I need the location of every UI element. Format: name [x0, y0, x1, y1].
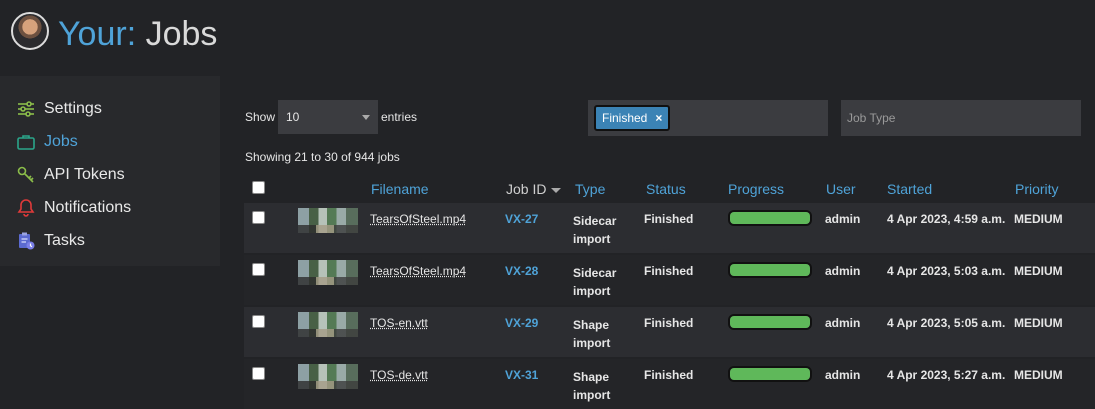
table-row[interactable]: TOS-en.vtt VX-29 Shape import Finished a… — [244, 307, 1095, 357]
job-status: Finished — [644, 316, 694, 330]
page-size-value: 10 — [286, 110, 300, 124]
filename-link[interactable]: TearsOfSteel.mp4 — [370, 212, 466, 226]
thumbnail — [298, 312, 358, 337]
page-header: Your: Jobs — [0, 0, 1095, 68]
job-started: 4 Apr 2023, 5:05 a.m. — [887, 316, 1006, 330]
sidebar-item-api-tokens[interactable]: API Tokens — [16, 162, 125, 188]
table-row[interactable]: TearsOfSteel.mp4 VX-27 Sidecar import Fi… — [244, 203, 1095, 253]
job-id-link[interactable]: VX-31 — [505, 368, 538, 382]
job-priority: MEDIUM — [1014, 264, 1063, 278]
page-title-your: Your — [58, 15, 127, 53]
column-header-user[interactable]: User — [826, 181, 856, 197]
column-header-priority[interactable]: Priority — [1015, 181, 1059, 197]
status-filter[interactable]: Finished × — [588, 100, 828, 136]
key-icon — [17, 166, 34, 183]
job-priority: MEDIUM — [1014, 212, 1063, 226]
close-icon[interactable]: × — [655, 111, 662, 125]
job-user: admin — [825, 368, 861, 382]
page-title-jobs: Jobs — [136, 15, 218, 53]
column-header-status[interactable]: Status — [646, 181, 686, 197]
job-status: Finished — [644, 368, 694, 382]
job-user: admin — [825, 316, 861, 330]
page-title-colon: : — [126, 15, 137, 53]
job-started: 4 Apr 2023, 5:27 a.m. — [887, 368, 1006, 382]
page-title: Your: Jobs — [58, 12, 217, 56]
entries-label: entries — [381, 110, 418, 124]
page-size-select[interactable]: 10 — [278, 100, 378, 134]
sort-desc-icon — [551, 187, 562, 193]
column-header-filename[interactable]: Filename — [371, 181, 429, 197]
table-info: Showing 21 to 30 of 944 jobs — [245, 150, 400, 164]
row-checkbox[interactable] — [252, 211, 265, 224]
job-priority: MEDIUM — [1014, 316, 1063, 330]
sidebar-item-notifications[interactable]: Notifications — [16, 195, 131, 221]
job-type: Sidecar import — [573, 266, 617, 298]
column-header-started[interactable]: Started — [887, 181, 932, 197]
show-label: Show — [245, 110, 276, 124]
sidebar-item-label: API Tokens — [44, 166, 125, 183]
filename-link[interactable]: TOS-de.vtt — [370, 368, 428, 382]
column-header-progress[interactable]: Progress — [728, 181, 784, 197]
job-type: Sidecar import — [573, 214, 617, 246]
sidebar-item-label: Settings — [44, 100, 102, 117]
sidebar-item-label: Tasks — [44, 232, 85, 249]
status-chip-label: Finished — [602, 111, 648, 125]
row-checkbox[interactable] — [252, 263, 265, 276]
job-type: Shape import — [573, 318, 611, 350]
job-type: Shape import — [573, 370, 611, 402]
thumbnail — [298, 364, 358, 389]
sidebar-item-label: Notifications — [44, 199, 132, 216]
progress-bar — [728, 314, 812, 330]
progress-fill — [730, 264, 810, 276]
column-header-type[interactable]: Type — [575, 181, 605, 197]
progress-bar — [728, 262, 812, 278]
sliders-icon — [18, 101, 34, 117]
job-started: 4 Apr 2023, 5:03 a.m. — [887, 264, 1006, 278]
clipboard-clock-icon — [19, 232, 35, 250]
job-status: Finished — [644, 264, 694, 278]
chevron-down-icon — [362, 115, 370, 120]
thumbnail — [298, 260, 358, 285]
progress-fill — [730, 368, 810, 380]
row-checkbox[interactable] — [252, 315, 265, 328]
filename-link[interactable]: TearsOfSteel.mp4 — [370, 264, 466, 278]
jobs-panel: Show 10 entries Finished × Job Type Show… — [236, 76, 1095, 409]
sidebar-item-settings[interactable]: Settings — [16, 96, 102, 122]
job-status: Finished — [644, 212, 694, 226]
status-chip[interactable]: Finished × — [594, 105, 671, 131]
filename-link[interactable]: TOS-en.vtt — [370, 316, 428, 330]
select-all-checkbox[interactable] — [252, 181, 265, 194]
progress-fill — [730, 316, 810, 328]
column-header-job-id-label: Job ID — [506, 181, 547, 197]
briefcase-icon — [17, 135, 35, 150]
job-id-link[interactable]: VX-28 — [505, 264, 538, 278]
sidebar: Settings Jobs API Tokens Notifications T… — [0, 76, 220, 266]
sidebar-item-tasks[interactable]: Tasks — [16, 228, 85, 254]
row-checkbox[interactable] — [252, 367, 265, 380]
job-user: admin — [825, 264, 861, 278]
table-row[interactable]: TOS-de.vtt VX-31 Shape import Finished a… — [244, 359, 1095, 409]
thumbnail — [298, 208, 358, 233]
progress-bar — [728, 210, 812, 226]
job-id-link[interactable]: VX-27 — [505, 212, 538, 226]
sidebar-item-label: Jobs — [44, 133, 78, 150]
table-row[interactable]: TearsOfSteel.mp4 VX-28 Sidecar import Fi… — [244, 255, 1095, 305]
job-user: admin — [825, 212, 861, 226]
job-id-link[interactable]: VX-29 — [505, 316, 538, 330]
job-type-filter[interactable]: Job Type — [841, 100, 1081, 136]
avatar[interactable] — [11, 12, 49, 50]
bell-icon — [17, 199, 35, 217]
progress-bar — [728, 366, 812, 382]
sidebar-item-jobs[interactable]: Jobs — [16, 129, 78, 155]
job-priority: MEDIUM — [1014, 368, 1063, 382]
column-header-job-id[interactable]: Job ID — [506, 181, 562, 197]
job-started: 4 Apr 2023, 4:59 a.m. — [887, 212, 1006, 226]
progress-fill — [730, 212, 810, 224]
